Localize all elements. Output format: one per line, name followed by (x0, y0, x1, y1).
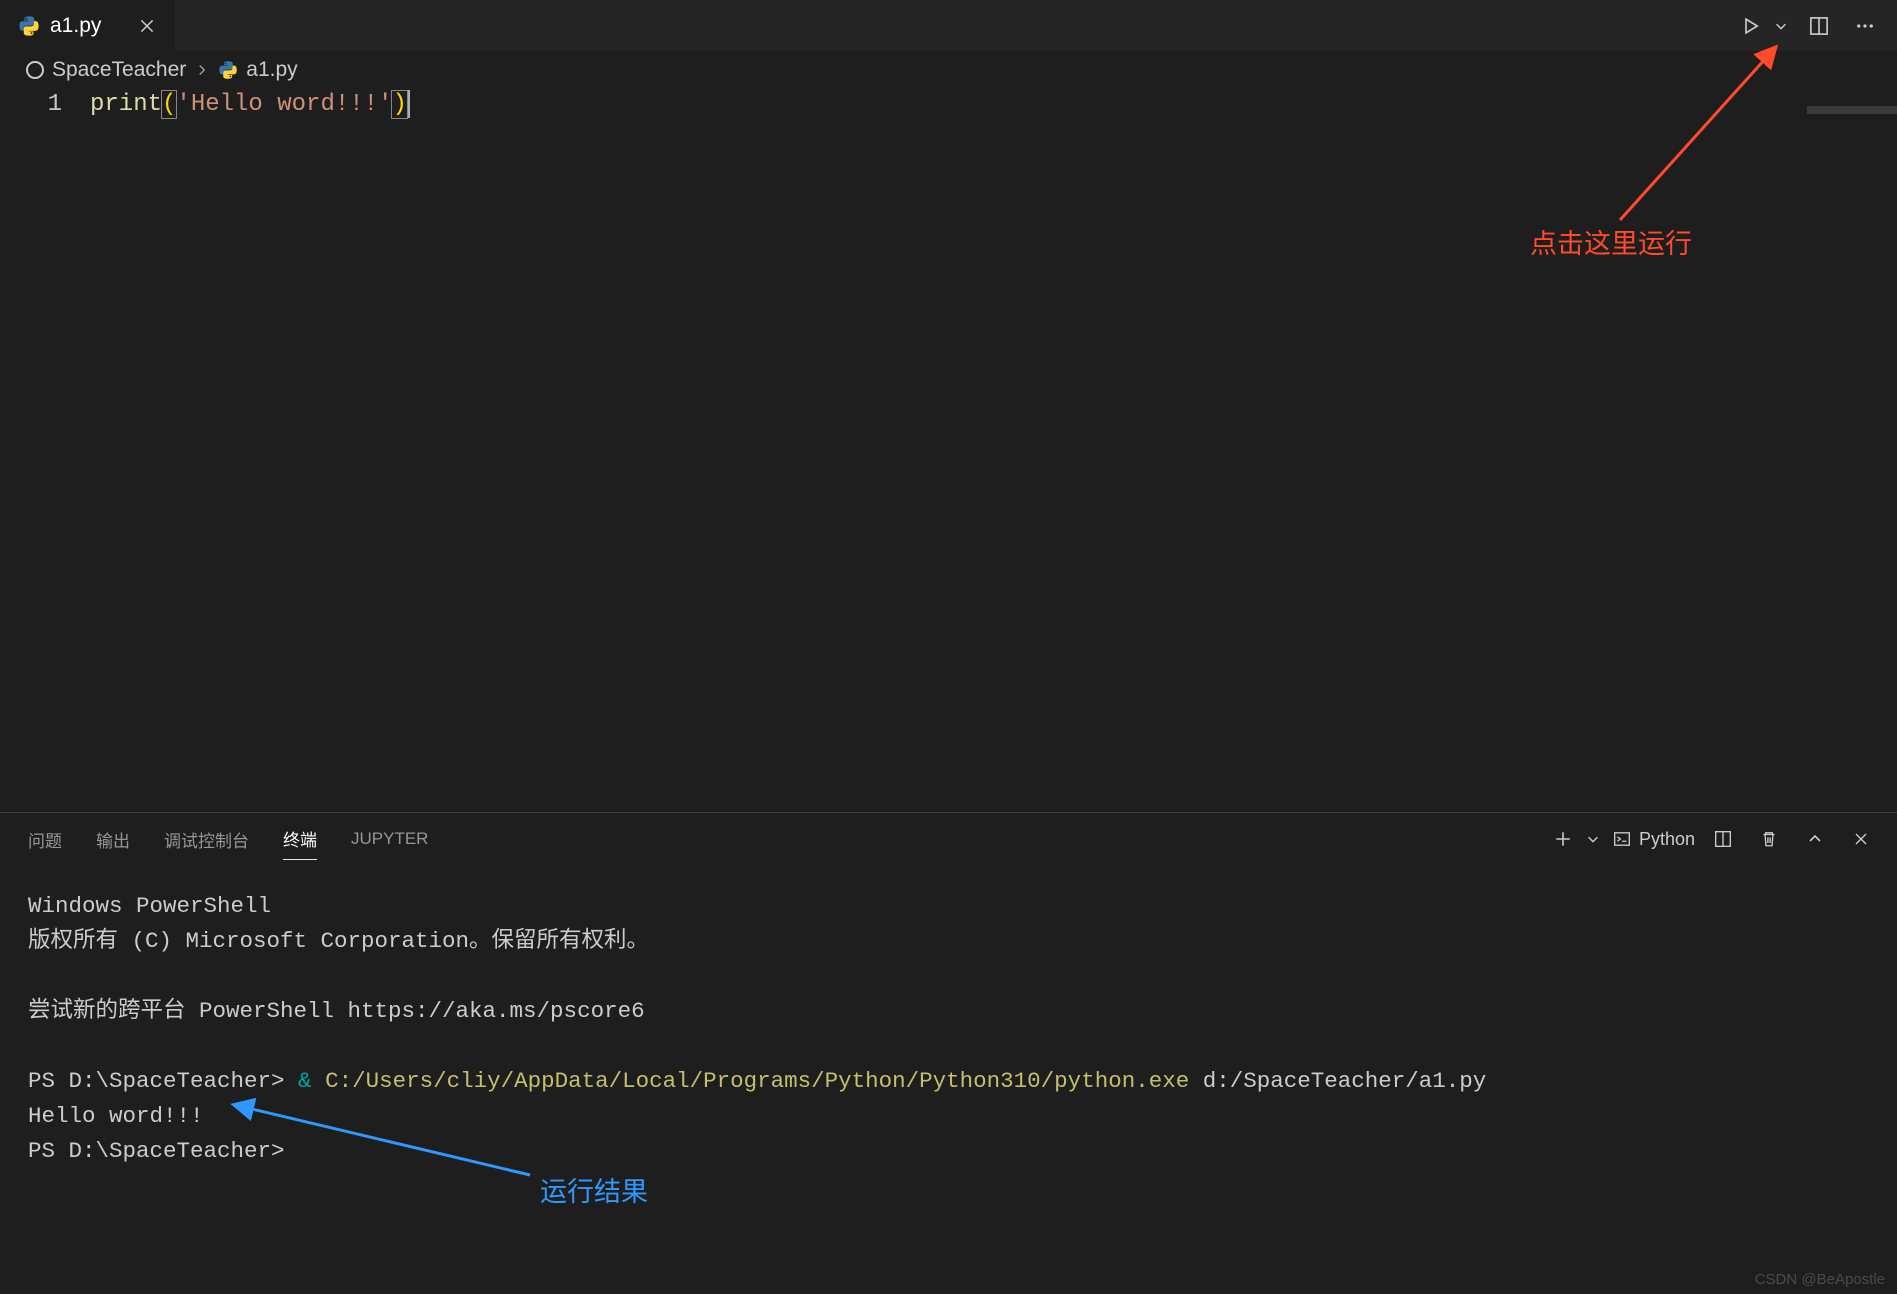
tab-problems[interactable]: 问题 (28, 819, 62, 860)
terminal-amp: & (298, 1068, 312, 1094)
terminal-exe-path: C:/Users/cliy/AppData/Local/Programs/Pyt… (312, 1068, 1190, 1094)
minimap[interactable] (1807, 106, 1897, 114)
code-content[interactable]: print('Hello word!!!') (90, 88, 410, 122)
line-gutter: 1 (0, 88, 90, 122)
terminal-output: Hello word!!! (28, 1103, 204, 1129)
token-bracket-open: ( (161, 90, 177, 119)
more-actions-icon[interactable] (1847, 8, 1883, 44)
terminal-line: 版权所有 (C) Microsoft Corporation。保留所有权利。 (28, 928, 649, 954)
python-icon (218, 60, 238, 80)
annotation-run-label: 点击这里运行 (1530, 222, 1692, 261)
panel-tabs: 问题 输出 调试控制台 终端 JUPYTER (28, 818, 428, 860)
panel-actions: Python (1545, 821, 1879, 857)
token-function: print (90, 91, 162, 118)
terminal-body[interactable]: Windows PowerShell 版权所有 (C) Microsoft Co… (0, 865, 1897, 1169)
breadcrumb-root-label: SpaceTeacher (52, 58, 186, 82)
tab-a1py[interactable]: a1.py ● (0, 0, 175, 51)
panel: 问题 输出 调试控制台 终端 JUPYTER Python (0, 812, 1897, 1294)
close-panel-icon[interactable] (1843, 821, 1879, 857)
tab-label: a1.py (50, 14, 101, 38)
run-button[interactable] (1733, 8, 1769, 44)
close-icon[interactable] (133, 12, 161, 40)
tab-output[interactable]: 输出 (96, 819, 130, 860)
cursor (408, 90, 410, 118)
python-icon (18, 15, 40, 37)
tab-terminal[interactable]: 终端 (283, 818, 317, 860)
terminal-arg: d:/SpaceTeacher/a1.py (1189, 1068, 1486, 1094)
annotation-result-label: 运行结果 (540, 1170, 648, 1209)
shell-name: Python (1639, 829, 1695, 850)
chevron-right-icon (194, 60, 210, 81)
terminal-line: Windows PowerShell (28, 893, 271, 919)
tab-bar: a1.py ● (0, 0, 1897, 52)
editor-actions (1733, 0, 1897, 51)
breadcrumb: SpaceTeacher a1.py (0, 52, 1897, 88)
terminal-prompt: PS D:\SpaceTeacher> (28, 1138, 285, 1164)
token-string: 'Hello word!!!' (176, 91, 392, 118)
trash-icon[interactable] (1751, 821, 1787, 857)
breadcrumb-file-label: a1.py (246, 58, 297, 82)
run-menu-chevron-icon[interactable] (1771, 8, 1791, 44)
terminal-shell-indicator[interactable]: Python (1613, 829, 1695, 850)
watermark: CSDN @BeApostle (1755, 1271, 1885, 1288)
code-editor[interactable]: 1 print('Hello word!!!') (0, 88, 1897, 122)
breadcrumb-root[interactable]: SpaceTeacher (52, 58, 186, 82)
line-number: 1 (0, 88, 62, 122)
breadcrumb-file[interactable]: a1.py (218, 58, 297, 82)
panel-tab-bar: 问题 输出 调试控制台 终端 JUPYTER Python (0, 813, 1897, 865)
terminal-prompt: PS D:\SpaceTeacher> (28, 1068, 298, 1094)
token-bracket-close: ) (391, 90, 407, 119)
split-terminal-icon[interactable] (1705, 821, 1741, 857)
split-editor-icon[interactable] (1801, 8, 1837, 44)
tabs-container: a1.py ● (0, 0, 175, 51)
record-icon (26, 61, 44, 79)
terminal-menu-chevron-icon[interactable] (1583, 821, 1603, 857)
tab-jupyter[interactable]: JUPYTER (351, 821, 428, 857)
new-terminal-button[interactable] (1545, 821, 1581, 857)
terminal-line: 尝试新的跨平台 PowerShell https://aka.ms/pscore… (28, 998, 645, 1024)
tab-debug-console[interactable]: 调试控制台 (164, 819, 249, 860)
chevron-up-icon[interactable] (1797, 821, 1833, 857)
terminal-icon (1613, 830, 1631, 848)
